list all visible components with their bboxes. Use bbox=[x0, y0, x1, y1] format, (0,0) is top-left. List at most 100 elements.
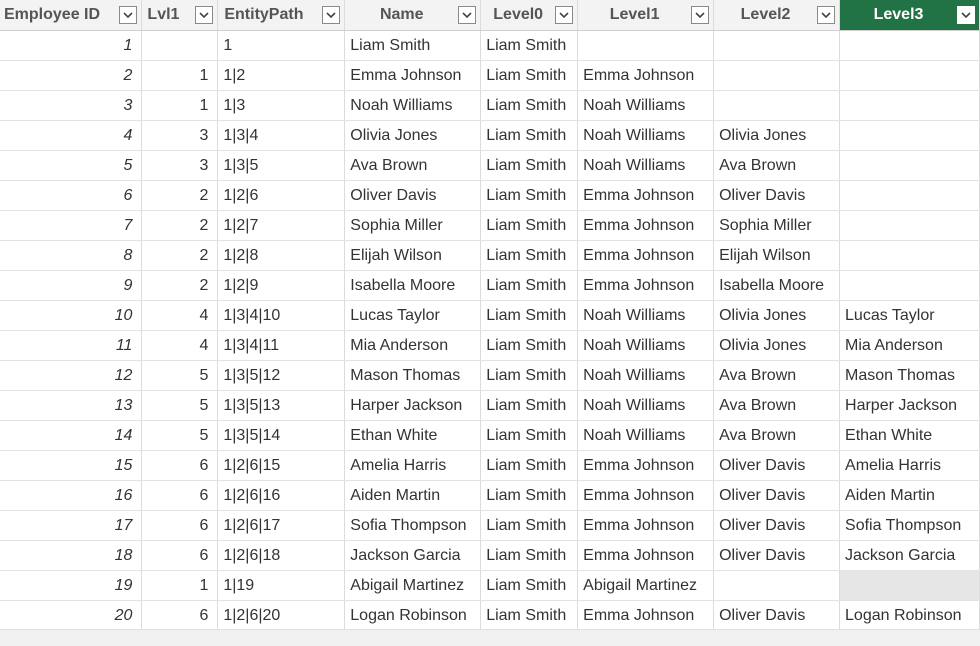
column-header-level3[interactable]: Level3 bbox=[839, 0, 980, 31]
cell-level3[interactable] bbox=[839, 150, 980, 181]
cell-name[interactable]: Oliver Davis bbox=[344, 180, 482, 211]
filter-dropdown-icon[interactable] bbox=[119, 6, 138, 24]
cell-level2[interactable]: Oliver Davis bbox=[713, 180, 841, 211]
cell-level1[interactable]: Noah Williams bbox=[577, 150, 715, 181]
cell-level0[interactable]: Liam Smith bbox=[480, 480, 579, 511]
filter-dropdown-icon[interactable] bbox=[195, 6, 214, 24]
cell-name[interactable]: Amelia Harris bbox=[344, 450, 482, 481]
cell-name[interactable]: Olivia Jones bbox=[344, 120, 482, 151]
filter-dropdown-icon[interactable] bbox=[555, 6, 574, 24]
cell-employee-id[interactable]: 16 bbox=[0, 480, 143, 511]
cell-entitypath[interactable]: 1|2|9 bbox=[217, 270, 346, 301]
cell-level3[interactable]: Ethan White bbox=[839, 420, 980, 451]
cell-entitypath[interactable]: 1|3|5|14 bbox=[217, 420, 346, 451]
column-header-level1[interactable]: Level1 bbox=[577, 0, 715, 31]
cell-level2[interactable]: Olivia Jones bbox=[713, 300, 841, 331]
cell-lvl1[interactable]: 1 bbox=[141, 90, 219, 121]
cell-name[interactable]: Sofia Thompson bbox=[344, 510, 482, 541]
cell-level0[interactable]: Liam Smith bbox=[480, 390, 579, 421]
cell-level0[interactable]: Liam Smith bbox=[480, 450, 579, 481]
cell-level3[interactable] bbox=[839, 240, 980, 271]
cell-entitypath[interactable]: 1|2 bbox=[217, 60, 346, 91]
cell-entitypath[interactable]: 1|3|5|13 bbox=[217, 390, 346, 421]
cell-level3[interactable] bbox=[839, 270, 980, 301]
cell-name[interactable]: Mia Anderson bbox=[344, 330, 482, 361]
cell-employee-id[interactable]: 12 bbox=[0, 360, 143, 391]
cell-level3[interactable] bbox=[839, 30, 980, 61]
cell-name[interactable]: Aiden Martin bbox=[344, 480, 482, 511]
cell-name[interactable]: Jackson Garcia bbox=[344, 540, 482, 571]
cell-name[interactable]: Abigail Martinez bbox=[344, 570, 482, 601]
cell-name[interactable]: Lucas Taylor bbox=[344, 300, 482, 331]
cell-entitypath[interactable]: 1|3|5|12 bbox=[217, 360, 346, 391]
cell-level0[interactable]: Liam Smith bbox=[480, 360, 579, 391]
cell-entitypath[interactable]: 1|3 bbox=[217, 90, 346, 121]
cell-level2[interactable]: Elijah Wilson bbox=[713, 240, 841, 271]
cell-lvl1[interactable]: 6 bbox=[141, 480, 219, 511]
cell-level3[interactable]: Lucas Taylor bbox=[839, 300, 980, 331]
cell-level3[interactable]: Logan Robinson bbox=[839, 600, 980, 631]
cell-employee-id[interactable]: 4 bbox=[0, 120, 143, 151]
cell-entitypath[interactable]: 1 bbox=[217, 30, 346, 61]
cell-level1[interactable]: Emma Johnson bbox=[577, 240, 715, 271]
cell-level2[interactable]: Oliver Davis bbox=[713, 480, 841, 511]
cell-entitypath[interactable]: 1|3|4 bbox=[217, 120, 346, 151]
cell-entitypath[interactable]: 1|2|6|16 bbox=[217, 480, 346, 511]
cell-level0[interactable]: Liam Smith bbox=[480, 30, 579, 61]
cell-lvl1[interactable]: 5 bbox=[141, 360, 219, 391]
cell-name[interactable]: Elijah Wilson bbox=[344, 240, 482, 271]
cell-employee-id[interactable]: 10 bbox=[0, 300, 143, 331]
cell-level3[interactable]: Jackson Garcia bbox=[839, 540, 980, 571]
cell-entitypath[interactable]: 1|3|4|10 bbox=[217, 300, 346, 331]
cell-employee-id[interactable]: 13 bbox=[0, 390, 143, 421]
cell-level2[interactable]: Ava Brown bbox=[713, 150, 841, 181]
cell-employee-id[interactable]: 5 bbox=[0, 150, 143, 181]
cell-lvl1[interactable]: 2 bbox=[141, 210, 219, 241]
column-header-lvl1[interactable]: Lvl1 bbox=[141, 0, 219, 31]
cell-entitypath[interactable]: 1|2|6|15 bbox=[217, 450, 346, 481]
cell-level2[interactable] bbox=[713, 30, 841, 61]
cell-employee-id[interactable]: 2 bbox=[0, 60, 143, 91]
cell-entitypath[interactable]: 1|2|6|20 bbox=[217, 600, 346, 631]
cell-lvl1[interactable]: 6 bbox=[141, 600, 219, 631]
cell-level1[interactable]: Emma Johnson bbox=[577, 210, 715, 241]
cell-level1[interactable]: Abigail Martinez bbox=[577, 570, 715, 601]
cell-level0[interactable]: Liam Smith bbox=[480, 270, 579, 301]
cell-level0[interactable]: Liam Smith bbox=[480, 90, 579, 121]
cell-lvl1[interactable]: 6 bbox=[141, 450, 219, 481]
cell-entitypath[interactable]: 1|2|6 bbox=[217, 180, 346, 211]
cell-level1[interactable]: Noah Williams bbox=[577, 390, 715, 421]
cell-level0[interactable]: Liam Smith bbox=[480, 570, 579, 601]
cell-level0[interactable]: Liam Smith bbox=[480, 420, 579, 451]
filter-dropdown-icon[interactable] bbox=[322, 6, 341, 24]
cell-level3[interactable] bbox=[839, 90, 980, 121]
cell-name[interactable]: Ethan White bbox=[344, 420, 482, 451]
cell-level3[interactable]: Amelia Harris bbox=[839, 450, 980, 481]
cell-name[interactable]: Mason Thomas bbox=[344, 360, 482, 391]
cell-level1[interactable]: Noah Williams bbox=[577, 120, 715, 151]
cell-entitypath[interactable]: 1|2|7 bbox=[217, 210, 346, 241]
cell-level2[interactable]: Olivia Jones bbox=[713, 330, 841, 361]
cell-employee-id[interactable]: 17 bbox=[0, 510, 143, 541]
cell-name[interactable]: Logan Robinson bbox=[344, 600, 482, 631]
cell-employee-id[interactable]: 19 bbox=[0, 570, 143, 601]
cell-level3[interactable] bbox=[839, 570, 980, 601]
cell-level1[interactable]: Emma Johnson bbox=[577, 450, 715, 481]
cell-level3[interactable]: Harper Jackson bbox=[839, 390, 980, 421]
cell-level1[interactable]: Emma Johnson bbox=[577, 600, 715, 631]
cell-level2[interactable]: Ava Brown bbox=[713, 360, 841, 391]
cell-level1[interactable]: Emma Johnson bbox=[577, 540, 715, 571]
cell-level0[interactable]: Liam Smith bbox=[480, 600, 579, 631]
cell-level1[interactable]: Emma Johnson bbox=[577, 60, 715, 91]
cell-name[interactable]: Liam Smith bbox=[344, 30, 482, 61]
cell-level0[interactable]: Liam Smith bbox=[480, 120, 579, 151]
cell-level1[interactable]: Noah Williams bbox=[577, 90, 715, 121]
cell-lvl1[interactable]: 2 bbox=[141, 240, 219, 271]
horizontal-scrollbar[interactable] bbox=[0, 629, 980, 646]
cell-lvl1[interactable]: 3 bbox=[141, 150, 219, 181]
cell-level2[interactable]: Oliver Davis bbox=[713, 540, 841, 571]
cell-lvl1[interactable]: 5 bbox=[141, 420, 219, 451]
cell-employee-id[interactable]: 14 bbox=[0, 420, 143, 451]
cell-lvl1[interactable]: 2 bbox=[141, 270, 219, 301]
cell-lvl1[interactable] bbox=[141, 30, 219, 61]
